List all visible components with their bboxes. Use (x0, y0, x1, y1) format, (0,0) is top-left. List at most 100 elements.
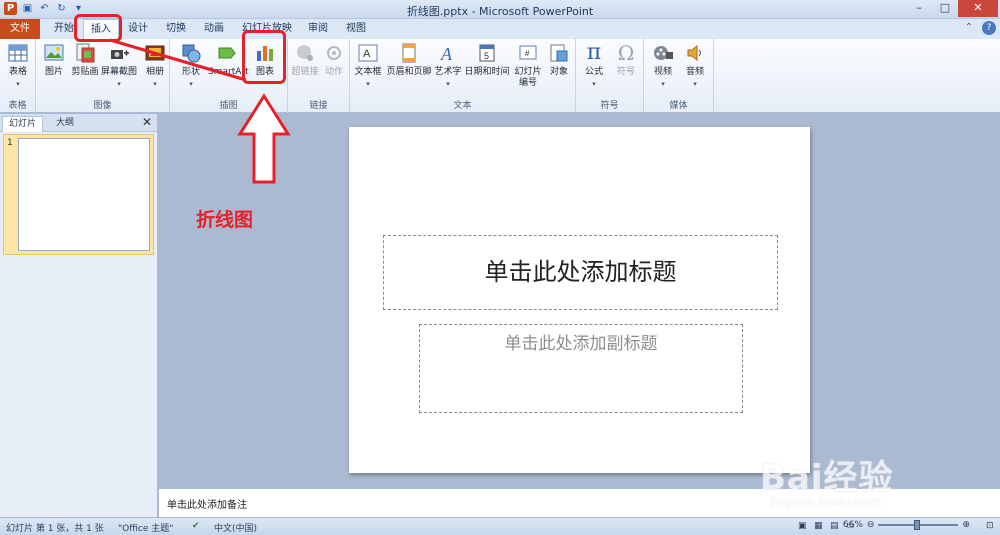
fit-slide-icon[interactable]: ⊡ (986, 521, 994, 531)
video-button[interactable]: 视频 ▾ (648, 42, 678, 90)
action-icon (327, 46, 341, 60)
group-label-tables: 表格 (8, 101, 27, 111)
highlight-insert-tab (74, 14, 122, 42)
equation-button[interactable]: π 公式 ▾ (580, 42, 608, 90)
theme-name[interactable]: "Office 主题" (118, 521, 173, 534)
subtitle-placeholder[interactable]: 单击此处添加副标题 (419, 324, 743, 413)
slide-thumbnail[interactable] (18, 138, 150, 251)
svg-text:A: A (363, 48, 371, 60)
textbox-icon: A (358, 44, 378, 62)
slide-panel: 幻灯片 大纲 ✕ 1 (0, 114, 158, 517)
tab-design[interactable]: 设计 (122, 19, 154, 39)
hyperlink-button[interactable]: 超链接 (290, 42, 320, 78)
smartart-icon (218, 47, 236, 59)
ribbon-tabs: 文件 开始 插入 设计 切换 动画 幻灯片放映 审阅 视图 ⌃ ? (0, 19, 1000, 40)
wordart-button[interactable]: A 艺术字 ▾ (434, 42, 462, 90)
tab-animations[interactable]: 动画 (198, 19, 230, 39)
slide-number-button[interactable]: # 幻灯片编号 (512, 42, 544, 89)
dropdown-arrow-icon: ▾ (153, 80, 157, 88)
group-symbols: π 公式 ▾ Ω 符号 符号 (576, 39, 644, 113)
clipart-icon (76, 43, 95, 63)
group-media: 视频 ▾ 音频 ▾ 媒体 (644, 39, 714, 113)
svg-text:5: 5 (484, 51, 489, 61)
table-icon (8, 44, 28, 62)
group-label-illustrations: 插图 (219, 101, 238, 111)
group-label-images: 图像 (93, 101, 112, 111)
datetime-button[interactable]: 5 日期和时间 (464, 42, 510, 78)
slide-canvas[interactable]: 单击此处添加标题 单击此处添加副标题 (349, 127, 810, 473)
dropdown-arrow-icon: ▾ (117, 80, 121, 88)
group-images: 图片 剪贴画 屏幕截图 ▾ 相册 ▾ 图像 (36, 39, 170, 113)
group-text: A 文本框 ▾ 页眉和页脚 A 艺术字 ▾ 5 日期和时间 # 幻灯片编号 对象… (350, 39, 576, 113)
tab-transitions[interactable]: 切换 (160, 19, 192, 39)
maximize-button[interactable]: □ (932, 0, 958, 17)
screenshot-button[interactable]: 屏幕截图 ▾ (100, 42, 138, 90)
notes-pane[interactable]: 单击此处添加备注 (159, 488, 1000, 517)
slide-info: 幻灯片 第 1 张，共 1 张 (6, 524, 104, 534)
normal-view-icon[interactable]: ▣ (798, 521, 807, 531)
shapes-button[interactable]: 形状 ▾ (178, 42, 204, 90)
close-pane-icon[interactable]: ✕ (142, 115, 152, 129)
tab-view[interactable]: 视图 (340, 19, 372, 39)
audio-button[interactable]: 音频 ▾ (680, 42, 710, 90)
title-bar: P ▣ ↶ ↻ ▾ 折线图.pptx - Microsoft PowerPoin… (0, 0, 1000, 19)
ribbon-collapse-icon[interactable]: ⌃ (962, 21, 976, 35)
slide-sorter-icon[interactable]: ▦ (814, 521, 823, 531)
tab-slides[interactable]: 幻灯片 (2, 116, 44, 132)
slide-edit-area: 单击此处添加标题 单击此处添加副标题 (159, 114, 1000, 487)
dropdown-arrow-icon: ▾ (693, 80, 697, 88)
status-bar: 幻灯片 第 1 张，共 1 张 "Office 主题" ✔ 中文(中国) ▣ ▦… (0, 517, 1000, 535)
highlight-chart-button (242, 30, 286, 84)
wordart-icon: A (440, 44, 453, 64)
globe-link-icon (297, 45, 313, 61)
close-button[interactable]: ✕ (958, 0, 998, 17)
group-tables: 表格 ▾ 表格 (0, 39, 36, 113)
shapes-icon (182, 44, 201, 63)
dropdown-arrow-icon: ▾ (189, 80, 193, 88)
group-links: 超链接 动作 链接 (288, 39, 350, 113)
calendar-icon: 5 (479, 44, 495, 62)
screenshot-icon (111, 50, 129, 59)
notes-placeholder: 单击此处添加备注 (167, 500, 247, 511)
zoom-slider-handle[interactable] (914, 520, 921, 530)
picture-icon (44, 44, 64, 61)
picture-button[interactable]: 图片 (42, 42, 66, 78)
clipart-button[interactable]: 剪贴画 (70, 42, 100, 78)
pi-icon: π (586, 40, 602, 65)
slide-number-icon: # (519, 45, 537, 60)
svg-text:A: A (440, 44, 453, 64)
group-label-text: 文本 (453, 101, 472, 111)
textbox-button[interactable]: A 文本框 ▾ (354, 42, 382, 90)
tab-outline[interactable]: 大纲 (50, 116, 80, 132)
dropdown-arrow-icon: ▾ (592, 80, 596, 88)
group-label-links: 链接 (309, 101, 328, 111)
table-button[interactable]: 表格 ▾ (4, 42, 32, 90)
tab-file[interactable]: 文件 (0, 19, 40, 39)
omega-icon: Ω (617, 41, 635, 65)
group-label-media: 媒体 (669, 101, 688, 111)
header-footer-button[interactable]: 页眉和页脚 (386, 42, 432, 78)
zoom-in-icon[interactable]: ⊕ (962, 520, 970, 530)
title-placeholder[interactable]: 单击此处添加标题 (383, 235, 778, 310)
zoom-slider[interactable] (878, 520, 959, 530)
help-icon[interactable]: ? (982, 21, 996, 35)
action-button[interactable]: 动作 (320, 42, 348, 78)
group-label-symbols: 符号 (600, 101, 619, 111)
zoom-level[interactable]: 66% (843, 520, 863, 530)
symbol-button[interactable]: Ω 符号 (612, 42, 640, 78)
ribbon: 表格 ▾ 表格 图片 剪贴画 屏幕截图 ▾ 相册 ▾ 图像 形状 ▾ Smart… (0, 39, 1000, 113)
zoom-out-icon[interactable]: ⊖ (867, 520, 875, 530)
language[interactable]: 中文(中国) (214, 521, 257, 534)
window-title: 折线图.pptx - Microsoft PowerPoint (406, 5, 594, 18)
album-button[interactable]: 相册 ▾ (142, 42, 168, 90)
dropdown-arrow-icon: ▾ (16, 80, 20, 88)
tab-review[interactable]: 审阅 (302, 19, 334, 39)
slide-thumbnail-selected[interactable]: 1 (3, 134, 154, 255)
annotation-label: 折线图 (196, 209, 254, 231)
object-button[interactable]: 对象 (546, 42, 572, 78)
spellcheck-icon[interactable]: ✔ (192, 521, 200, 531)
reading-view-icon[interactable]: ▤ (830, 521, 839, 531)
header-footer-icon (402, 43, 416, 63)
svg-text:#: # (525, 49, 530, 58)
minimize-button[interactable]: – (906, 0, 932, 17)
